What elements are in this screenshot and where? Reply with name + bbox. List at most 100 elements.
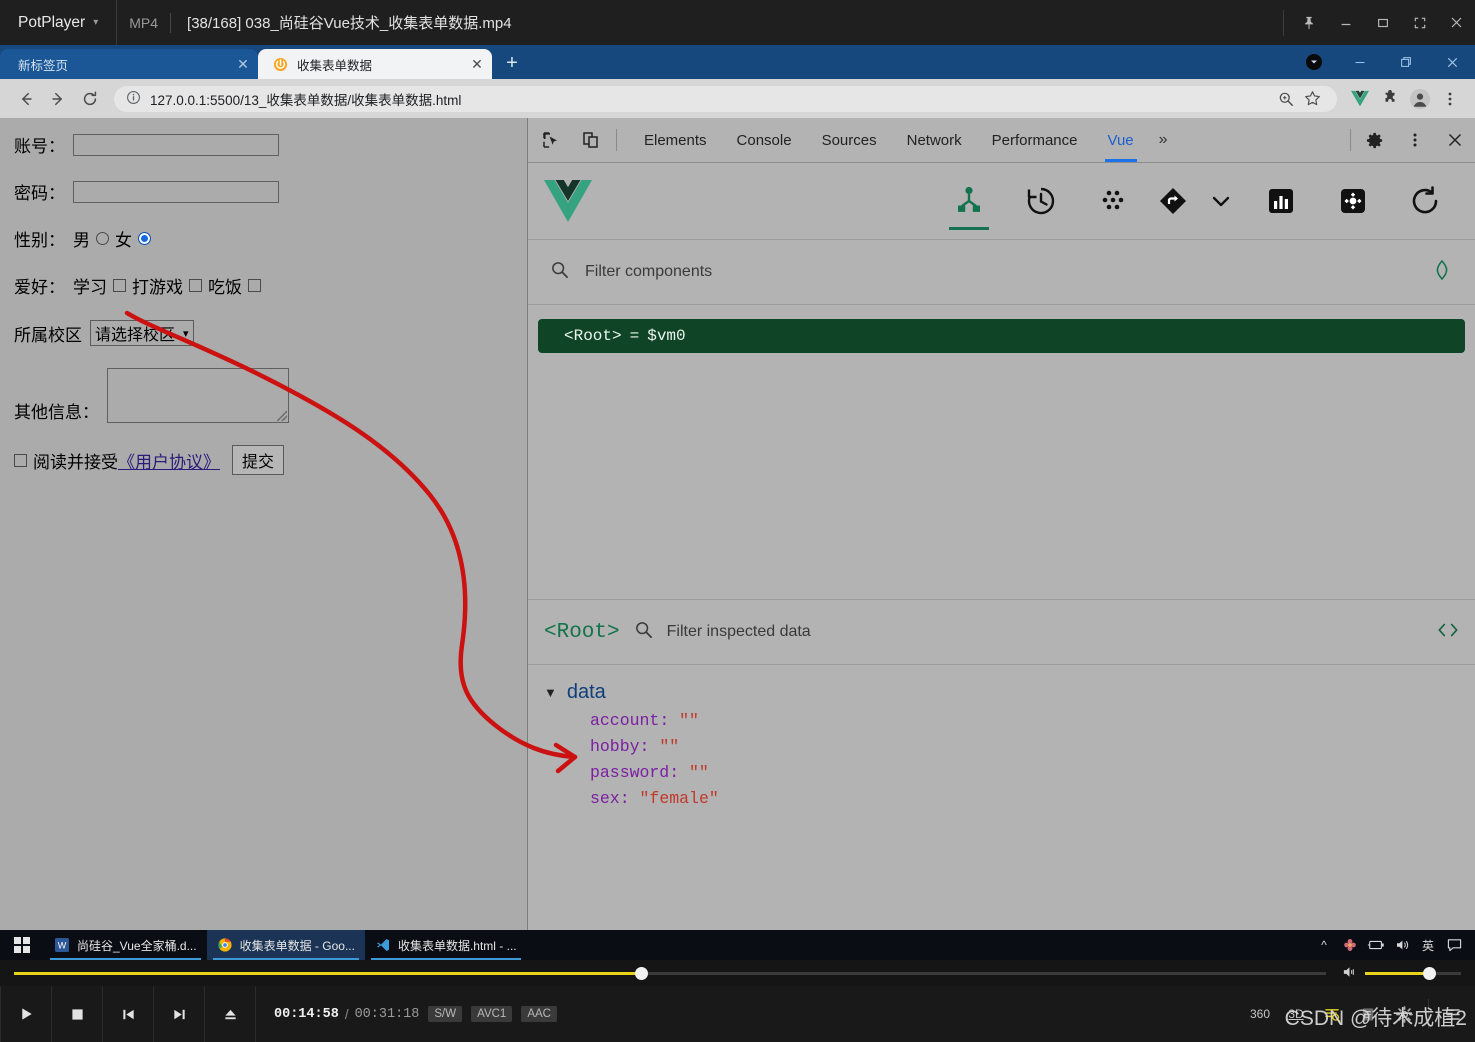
data-prop-account[interactable]: account: "" [590, 711, 1475, 730]
kebab-menu-icon[interactable] [1395, 118, 1435, 162]
volume-slider[interactable] [1365, 966, 1461, 980]
potplayer-app-name[interactable]: PotPlayer [0, 14, 85, 32]
new-tab-button[interactable]: + [498, 49, 526, 77]
component-tree-row-root[interactable]: <Root> = $vm0 [538, 319, 1465, 353]
windows-start-icon[interactable] [0, 930, 44, 960]
pin-icon[interactable] [1290, 0, 1327, 45]
tab-performance[interactable]: Performance [977, 118, 1093, 162]
address-bar[interactable]: 127.0.0.1:5500/13_收集表单数据/收集表单数据.html [114, 85, 1337, 112]
vuex-dots-icon[interactable] [1077, 163, 1149, 239]
minimize-icon[interactable] [1327, 0, 1364, 45]
hobby-checkbox-eat[interactable] [248, 279, 261, 292]
settings-gear-icon[interactable] [1317, 163, 1389, 239]
vue-component-filter-row[interactable]: Filter components [528, 240, 1475, 305]
close-icon[interactable] [1438, 0, 1475, 45]
filter-components-input[interactable]: Filter components [585, 263, 712, 281]
maximize-icon[interactable] [1364, 0, 1401, 45]
component-instance-ref: $vm0 [647, 327, 686, 345]
profile-avatar-icon[interactable] [1405, 84, 1435, 114]
eject-icon[interactable] [205, 986, 256, 1042]
360-icon[interactable]: 360 [1242, 986, 1278, 1042]
taskbar-item-chrome[interactable]: 收集表单数据 - Goo... [206, 930, 365, 960]
chevron-up-icon[interactable]: ^ [1311, 930, 1337, 960]
zoom-magnifier-icon[interactable] [1273, 86, 1299, 112]
password-input[interactable] [73, 180, 279, 203]
inspect-element-icon[interactable] [534, 123, 568, 157]
user-agreement-link[interactable]: 《用户协议》 [118, 448, 220, 473]
ime-icon[interactable]: 英 [1415, 930, 1441, 960]
filter-inspected-data-input[interactable]: Filter inspected data [667, 623, 811, 641]
account-icon[interactable] [1291, 45, 1337, 79]
restore-icon[interactable] [1383, 45, 1429, 79]
data-prop-hobby[interactable]: hobby: "" [590, 737, 1475, 756]
chevron-down-icon[interactable]: ▾ [93, 17, 98, 28]
tab-network[interactable]: Network [892, 118, 977, 162]
hobby-option-study-label: 学习 [73, 278, 107, 297]
close-icon[interactable] [1435, 118, 1475, 162]
inspector-body: ▼ data account: "" hobby: "" password: "… [528, 665, 1475, 808]
hobby-checkbox-study[interactable] [113, 279, 126, 292]
data-prop-password[interactable]: password: "" [590, 763, 1475, 782]
agreement-checkbox[interactable] [14, 453, 27, 467]
puzzle-extensions-icon[interactable] [1375, 84, 1405, 114]
volume-fill [1365, 971, 1430, 975]
info-circle-icon[interactable] [126, 90, 141, 108]
reload-icon[interactable] [74, 83, 106, 115]
account-input[interactable] [73, 133, 279, 156]
open-in-editor-icon[interactable] [1437, 621, 1459, 644]
taskbar-item-word[interactable]: W 尚硅谷_Vue全家桶.d... [44, 930, 207, 960]
timeline-history-icon[interactable] [1005, 163, 1077, 239]
taskbar-item-vscode[interactable]: 收集表单数据.html - ... [365, 930, 527, 960]
campus-select[interactable]: 请选择校区 ▾ [90, 320, 194, 346]
forward-arrow-icon[interactable] [42, 83, 74, 115]
next-icon[interactable] [154, 986, 205, 1042]
chevron-down-icon[interactable] [1197, 163, 1245, 239]
more-tabs-icon[interactable]: » [1149, 131, 1178, 149]
other-info-textarea[interactable] [107, 368, 289, 423]
agreement-prefix-label: 阅读并接受 [33, 452, 118, 472]
play-icon[interactable] [0, 986, 52, 1042]
volume-icon[interactable] [1342, 965, 1357, 982]
close-icon[interactable]: ✕ [466, 53, 488, 75]
hobby-checkbox-game[interactable] [189, 279, 202, 292]
browser-tab-active[interactable]: 收集表单数据 ✕ [258, 49, 492, 79]
tab-vue[interactable]: Vue [1093, 118, 1149, 162]
browser-tab-new-tab-page[interactable]: 新标签页 ✕ [0, 49, 258, 79]
close-icon[interactable]: ✕ [232, 53, 254, 75]
star-icon[interactable] [1299, 86, 1325, 112]
select-component-target-icon[interactable] [1431, 259, 1453, 286]
fullscreen-icon[interactable] [1401, 0, 1438, 45]
routes-diamond-icon[interactable] [1149, 163, 1197, 239]
kebab-menu-icon[interactable] [1435, 84, 1465, 114]
device-toolbar-icon[interactable] [574, 123, 608, 157]
previous-icon[interactable] [103, 986, 154, 1042]
seek-bar[interactable] [14, 966, 1326, 980]
tab-elements[interactable]: Elements [629, 118, 722, 162]
refresh-icon[interactable] [1389, 163, 1461, 239]
volume-handle[interactable] [1423, 966, 1437, 980]
notifications-icon[interactable] [1441, 930, 1467, 960]
tab-console[interactable]: Console [722, 118, 807, 162]
battery-icon[interactable] [1363, 930, 1389, 960]
sex-radio-male[interactable] [96, 232, 109, 245]
back-arrow-icon[interactable] [10, 83, 42, 115]
inspector-header: <Root> Filter inspected data [528, 600, 1475, 665]
flower-icon[interactable] [1337, 930, 1363, 960]
triangle-down-icon[interactable]: ▼ [544, 685, 557, 700]
seek-progress-fill [14, 971, 642, 975]
submit-button[interactable]: 提交 [232, 445, 285, 475]
tab-sources[interactable]: Sources [807, 118, 892, 162]
close-icon[interactable] [1429, 45, 1475, 79]
vue-devtools-icon[interactable] [1345, 84, 1375, 114]
seek-handle[interactable] [635, 966, 649, 980]
minimize-icon[interactable] [1337, 45, 1383, 79]
volume-icon[interactable] [1389, 930, 1415, 960]
resize-grip-icon[interactable] [277, 411, 287, 421]
performance-bars-icon[interactable] [1245, 163, 1317, 239]
data-prop-sex[interactable]: sex: "female" [590, 789, 1475, 808]
data-group-header[interactable]: ▼ data [544, 681, 1475, 704]
stop-icon[interactable] [52, 986, 103, 1042]
settings-gear-icon[interactable] [1355, 118, 1395, 162]
component-tree-icon[interactable] [933, 163, 1005, 239]
sex-radio-female[interactable] [138, 232, 151, 245]
